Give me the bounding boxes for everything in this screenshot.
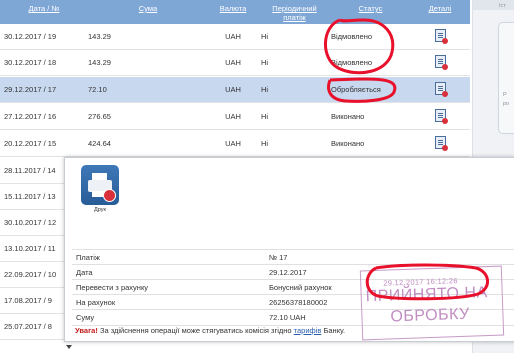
row-sum: 276.65: [88, 112, 111, 121]
details-icon[interactable]: [434, 109, 448, 124]
row-date: 20.12.2017 / 15: [4, 139, 57, 148]
header-currency[interactable]: Валюта: [208, 0, 258, 24]
row-date: 30.12.2017 / 19: [4, 32, 57, 41]
details-key: Перевести з рахунку: [76, 283, 149, 292]
gear-badge-icon: [103, 189, 116, 202]
stamp-line-1: ПРИЙНЯТО НА: [365, 284, 488, 306]
details-value: № 17: [269, 253, 288, 262]
note-warning: Увага!: [75, 326, 98, 335]
details-icon[interactable]: [434, 82, 448, 97]
details-icon[interactable]: [434, 55, 448, 70]
row-sum: 143.29: [88, 58, 111, 67]
header-status[interactable]: Статус: [328, 0, 410, 24]
row-sum: 424.64: [88, 139, 111, 148]
print-button[interactable]: [81, 165, 119, 205]
header-periodic[interactable]: Періодичний платіж: [258, 0, 328, 24]
side-panel-card[interactable]: [498, 22, 514, 134]
note-end: Банку.: [321, 326, 346, 335]
table-row-selected[interactable]: 29.12.2017 / 17 72.10 UAH Ні Обробляєтьс…: [0, 77, 470, 103]
row-periodic: Ні: [261, 112, 269, 121]
header-sum[interactable]: Сума: [84, 0, 208, 24]
row-currency: UAH: [225, 85, 241, 94]
details-icon[interactable]: [434, 136, 448, 151]
details-row: Платіж № 17: [72, 249, 514, 265]
scroll-down-icon[interactable]: [66, 345, 72, 349]
row-status: Обробляється: [331, 85, 381, 94]
table-row[interactable]: 30.12.2017 / 18 143.29 UAH Ні Відмовлено: [0, 50, 470, 76]
side-panel-text: ро: [503, 101, 510, 107]
row-periodic: Ні: [261, 85, 269, 94]
row-currency: UAH: [225, 139, 241, 148]
note-text: За здійснення операції може стягуватись …: [97, 326, 294, 335]
tariffs-link[interactable]: тарифів: [294, 326, 322, 335]
header-details: Деталі: [428, 4, 452, 13]
row-status: Відмовлено: [331, 58, 373, 67]
row-currency: UAH: [225, 112, 241, 121]
row-currency: UAH: [225, 32, 241, 41]
row-date: 27.12.2017 / 16: [4, 112, 57, 121]
side-panel-top: [473, 0, 514, 10]
side-panel-text: Р: [503, 92, 507, 98]
row-periodic: Ні: [261, 32, 269, 41]
row-periodic: Ні: [261, 139, 269, 148]
row-sum: 72.10: [88, 85, 107, 94]
accepted-stamp: 29.12.2017 16:12:26 ПРИЙНЯТО НА ОБРОБКУ: [359, 265, 505, 341]
table-row[interactable]: 20.12.2017 / 15 424.64 UAH Ні Виконано: [0, 131, 470, 157]
row-status: Відмовлено: [331, 32, 373, 41]
stamp-line-2: ОБРОБКУ: [390, 305, 471, 326]
details-key: На рахунок: [76, 298, 116, 307]
row-currency: UAH: [225, 58, 241, 67]
row-sum: 143.29: [88, 32, 111, 41]
row-date: 29.12.2017 / 17: [4, 85, 57, 94]
table-row[interactable]: 30.12.2017 / 19 143.29 UAH Ні Відмовлено: [0, 24, 470, 50]
table-header: Дата / № Сума Валюта Періодичний платіж …: [0, 0, 470, 24]
row-periodic: Ні: [261, 58, 269, 67]
print-label: Друк: [94, 207, 106, 213]
details-icon[interactable]: [434, 29, 448, 44]
row-date: 30.12.2017 / 18: [4, 58, 57, 67]
table-row[interactable]: 27.12.2017 / 16 276.65 UAH Ні Виконано: [0, 104, 470, 130]
row-status: Виконано: [331, 139, 365, 148]
commission-note: Увага! За здійснення операції може стягу…: [75, 326, 345, 335]
header-date[interactable]: Дата / №: [0, 0, 84, 24]
side-panel-text: Іст: [499, 3, 506, 9]
details-key: Платіж: [76, 253, 100, 262]
details-key: Суму: [76, 313, 95, 322]
details-key: Дата: [76, 268, 93, 277]
row-status: Виконано: [331, 112, 365, 121]
